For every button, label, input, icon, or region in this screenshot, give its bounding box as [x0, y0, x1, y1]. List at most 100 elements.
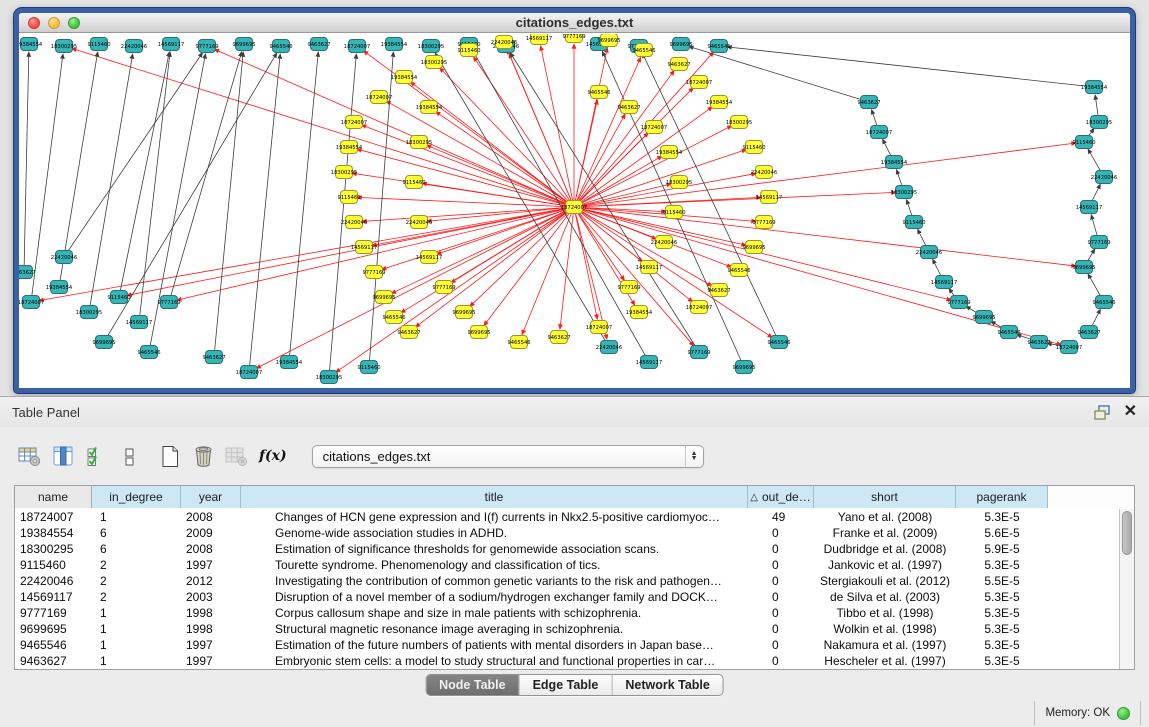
network-node[interactable]: 9777169: [432, 281, 455, 294]
network-node[interactable]: 9699695: [467, 326, 490, 339]
show-columns-icon[interactable]: [52, 443, 74, 469]
network-node[interactable]: 19384554: [416, 101, 443, 114]
network-node[interactable]: 22420046: [341, 216, 367, 229]
network-node[interactable]: 9699695: [1072, 261, 1095, 274]
table-selector-dropdown[interactable]: citations_edges.txt ▲▼: [312, 445, 704, 468]
network-node[interactable]: 9463627: [547, 331, 570, 344]
tab-network-table[interactable]: Network Table: [612, 675, 723, 695]
network-node[interactable]: 9777169: [687, 346, 710, 359]
network-node[interactable]: 19384554: [381, 38, 408, 51]
column-header-in_degree[interactable]: in_degree: [92, 486, 181, 508]
vertical-scrollbar[interactable]: [1119, 509, 1134, 669]
network-node[interactable]: 19384554: [276, 356, 303, 369]
network-node[interactable]: 9465546: [632, 44, 655, 57]
network-node[interactable]: 9115460: [662, 206, 685, 219]
network-node[interactable]: 22420046: [751, 166, 777, 179]
table-row[interactable]: 1938455462009Genome-wide association stu…: [15, 525, 1119, 541]
column-header-title[interactable]: title: [241, 486, 748, 508]
network-node[interactable]: 18724007: [641, 121, 667, 134]
network-node[interactable]: 22420046: [596, 341, 622, 354]
network-node[interactable]: 19384554: [391, 71, 418, 84]
delete-table-icon[interactable]: [225, 443, 248, 469]
table-row[interactable]: 911546021997Tourette syndrome. Phenomeno…: [15, 557, 1119, 573]
network-node[interactable]: 18300295: [666, 176, 692, 189]
network-node[interactable]: 19384554: [706, 96, 733, 109]
network-node[interactable]: 9463627: [667, 58, 690, 71]
network-node[interactable]: 9115460: [357, 361, 380, 374]
column-header-pagerank[interactable]: pagerank: [956, 486, 1048, 508]
network-node[interactable]: 18724007: [344, 40, 370, 53]
network-node[interactable]: 9465546: [1092, 296, 1115, 309]
network-node[interactable]: 9699695: [742, 241, 765, 254]
network-node[interactable]: 18724007: [866, 126, 892, 139]
network-node[interactable]: 9465546: [767, 336, 790, 349]
network-node[interactable]: 22420046: [1091, 171, 1117, 184]
table-mode-icon[interactable]: [18, 443, 41, 469]
table-row[interactable]: 946362711997Embryonic stem cells: a mode…: [15, 653, 1119, 669]
network-node[interactable]: 9115460: [1072, 136, 1095, 149]
delete-column-icon[interactable]: [192, 443, 214, 469]
column-header-short[interactable]: short: [814, 486, 956, 508]
network-node[interactable]: 9115460: [457, 44, 480, 57]
network-node[interactable]: 18300295: [316, 371, 342, 384]
network-node[interactable]: 14569117: [126, 316, 152, 329]
tab-node-table[interactable]: Node Table: [426, 675, 519, 695]
network-window-titlebar[interactable]: citations_edges.txt: [19, 13, 1130, 33]
network-node[interactable]: 9463627: [617, 101, 640, 114]
network-node[interactable]: 18300295: [51, 40, 77, 53]
network-node[interactable]: 18724007: [686, 76, 712, 89]
table-row[interactable]: 2242004622012Investigating the contribut…: [15, 573, 1119, 589]
network-node[interactable]: 19384554: [626, 306, 653, 319]
network-node[interactable]: 9463627: [202, 351, 225, 364]
network-node[interactable]: 14569117: [756, 191, 782, 204]
close-panel-icon[interactable]: ✕: [1124, 405, 1137, 419]
network-node[interactable]: 19384554: [881, 156, 908, 169]
network-node[interactable]: 9465546: [507, 336, 530, 349]
table-row[interactable]: 1456911722003Disruption of a novel membe…: [15, 589, 1119, 605]
network-node[interactable]: 9699695: [732, 361, 755, 374]
network-node[interactable]: 9777169: [1087, 236, 1110, 249]
network-node[interactable]: 9699695: [972, 311, 995, 324]
network-node[interactable]: 9465546: [997, 326, 1020, 339]
network-node[interactable]: 9463627: [307, 38, 330, 51]
network-node[interactable]: 9699695: [92, 336, 115, 349]
network-node[interactable]: 18300295: [76, 306, 102, 319]
network-canvas[interactable]: 1872400719384554183002959115460224200461…: [19, 34, 1130, 388]
network-node[interactable]: 9463627: [19, 266, 36, 279]
network-node[interactable]: 9115460: [402, 176, 425, 189]
column-header-name[interactable]: name: [15, 486, 92, 508]
network-node[interactable]: 9465546: [137, 346, 160, 359]
network-node[interactable]: 9699695: [232, 38, 255, 51]
network-node[interactable]: 18724007: [586, 321, 612, 334]
network-node[interactable]: 9465546: [382, 311, 405, 324]
table-row[interactable]: 946554611997Estimation of the future num…: [15, 637, 1119, 653]
network-node[interactable]: 9115460: [742, 141, 765, 154]
network-node[interactable]: 9699695: [597, 34, 620, 47]
citation-network-graph[interactable]: 1872400719384554183002959115460224200461…: [19, 34, 1128, 388]
network-node[interactable]: 19384554: [336, 141, 363, 154]
network-node[interactable]: 9463627: [1077, 326, 1100, 339]
zoom-window-button[interactable]: [68, 17, 80, 29]
network-node[interactable]: 22420046: [121, 40, 147, 53]
network-node[interactable]: 9699695: [372, 291, 395, 304]
network-node[interactable]: 9777169: [157, 296, 180, 309]
network-node[interactable]: 14569117: [526, 34, 552, 45]
network-node[interactable]: 18724007: [341, 116, 367, 129]
network-node[interactable]: 18300295: [331, 166, 357, 179]
table-row[interactable]: 1872400712008Changes of HCN gene express…: [15, 509, 1119, 525]
select-all-icon[interactable]: [85, 443, 107, 469]
column-header-year[interactable]: year: [181, 486, 241, 508]
network-node[interactable]: 9465546: [707, 40, 730, 53]
network-node[interactable]: 9777169: [752, 216, 775, 229]
network-node[interactable]: 19384554: [656, 146, 683, 159]
network-node[interactable]: 9463627: [1027, 336, 1050, 349]
network-node[interactable]: 18300295: [891, 186, 917, 199]
network-node[interactable]: 19384554: [46, 281, 73, 294]
network-node[interactable]: 14569117: [1076, 201, 1102, 214]
network-node[interactable]: 18300295: [1086, 116, 1112, 129]
network-node[interactable]: 19384554: [1081, 81, 1108, 94]
close-window-button[interactable]: [28, 17, 40, 29]
network-node[interactable]: 22420046: [406, 216, 432, 229]
network-node[interactable]: 14569117: [636, 356, 662, 369]
table-row[interactable]: 969969511998Structural magnetic resonanc…: [15, 621, 1119, 637]
